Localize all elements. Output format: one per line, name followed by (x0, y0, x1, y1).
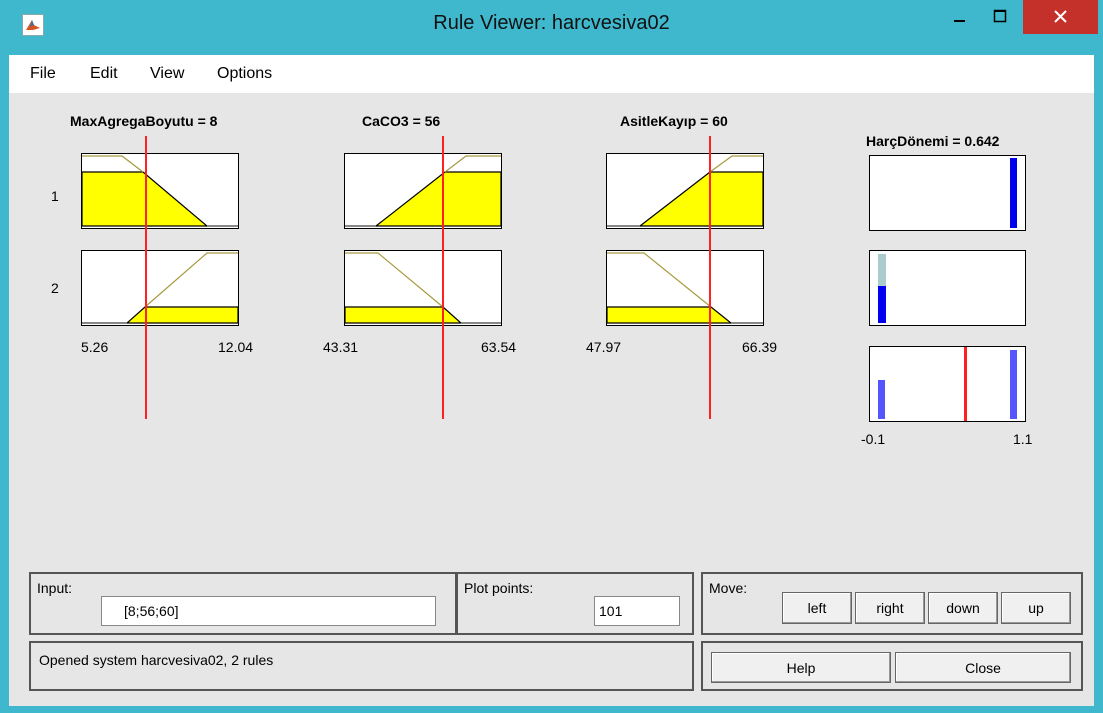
status-panel: Opened system harcvesiva02, 2 rules (29, 641, 694, 691)
menu-options[interactable]: Options (217, 65, 272, 83)
rule1-input3-plot[interactable] (606, 153, 764, 229)
input-label-asitlekayip: AsitleKayıp = 60 (620, 113, 728, 129)
input3-range-min: 47.97 (586, 339, 622, 355)
rule-viewer-window: Rule Viewer: harcvesiva02 File Edit View… (0, 0, 1103, 713)
aggregated-output-plot (869, 346, 1026, 422)
input-label-maxagregaboyutu: MaxAgregaBoyutu = 8 (70, 113, 218, 129)
menu-file[interactable]: File (30, 65, 56, 83)
plot-points-field[interactable]: 101 (594, 596, 680, 626)
input2-cursor-line[interactable] (442, 136, 444, 419)
input-panel-label: Input: (37, 580, 73, 596)
move-left-button[interactable]: left (782, 592, 852, 624)
menu-bar: File Edit View Options (9, 55, 1094, 93)
move-down-button[interactable]: down (928, 592, 998, 624)
menu-view[interactable]: View (150, 65, 184, 83)
move-label: Move: (709, 580, 748, 596)
help-close-panel: Help Close (701, 641, 1083, 691)
input1-cursor-line[interactable] (145, 136, 147, 419)
input-panel: Input: [8;56;60] (29, 572, 457, 635)
input-label-caco3: CaCO3 = 56 (362, 113, 441, 129)
help-button[interactable]: Help (711, 652, 891, 683)
rule2-output-plot (869, 250, 1026, 326)
output-range-max: 1.1 (1013, 431, 1033, 447)
plot-points-panel: Plot points: 101 (456, 572, 694, 635)
input1-range-min: 5.26 (81, 339, 109, 355)
output-range-min: -0.1 (861, 431, 886, 447)
title-bar[interactable]: Rule Viewer: harcvesiva02 (0, 0, 1103, 52)
window-title: Rule Viewer: harcvesiva02 (433, 12, 670, 34)
rule-number-1: 1 (51, 188, 59, 204)
input1-range-max: 12.04 (218, 339, 254, 355)
close-button[interactable]: Close (895, 652, 1071, 683)
rule2-input2-plot[interactable] (344, 250, 502, 326)
menu-edit[interactable]: Edit (90, 65, 118, 83)
rule2-input1-plot[interactable] (81, 250, 239, 326)
rule2-input3-plot[interactable] (606, 250, 764, 326)
rule1-output-plot (869, 155, 1026, 231)
rule-number-2: 2 (51, 280, 59, 296)
close-window-button[interactable] (1023, 0, 1098, 34)
maximize-button[interactable] (980, 0, 1020, 34)
input2-range-min: 43.31 (323, 339, 359, 355)
rule1-input2-plot[interactable] (344, 153, 502, 229)
output-label-harcdonemi: HarçDönemi = 0.642 (866, 133, 1000, 149)
move-panel: Move: left right down up (701, 572, 1083, 635)
input3-range-max: 66.39 (742, 339, 778, 355)
minimize-button[interactable] (940, 0, 980, 34)
input2-range-max: 63.54 (481, 339, 517, 355)
plot-points-label: Plot points: (464, 580, 534, 596)
move-right-button[interactable]: right (855, 592, 925, 624)
status-text: Opened system harcvesiva02, 2 rules (39, 652, 274, 668)
rule-plot-area: MaxAgregaBoyutu = 8 CaCO3 = 56 AsitleKay… (9, 93, 1094, 706)
input3-cursor-line[interactable] (709, 136, 711, 419)
rule1-input1-plot[interactable] (81, 153, 239, 229)
move-up-button[interactable]: up (1001, 592, 1071, 624)
input-vector-field[interactable]: [8;56;60] (101, 596, 436, 626)
